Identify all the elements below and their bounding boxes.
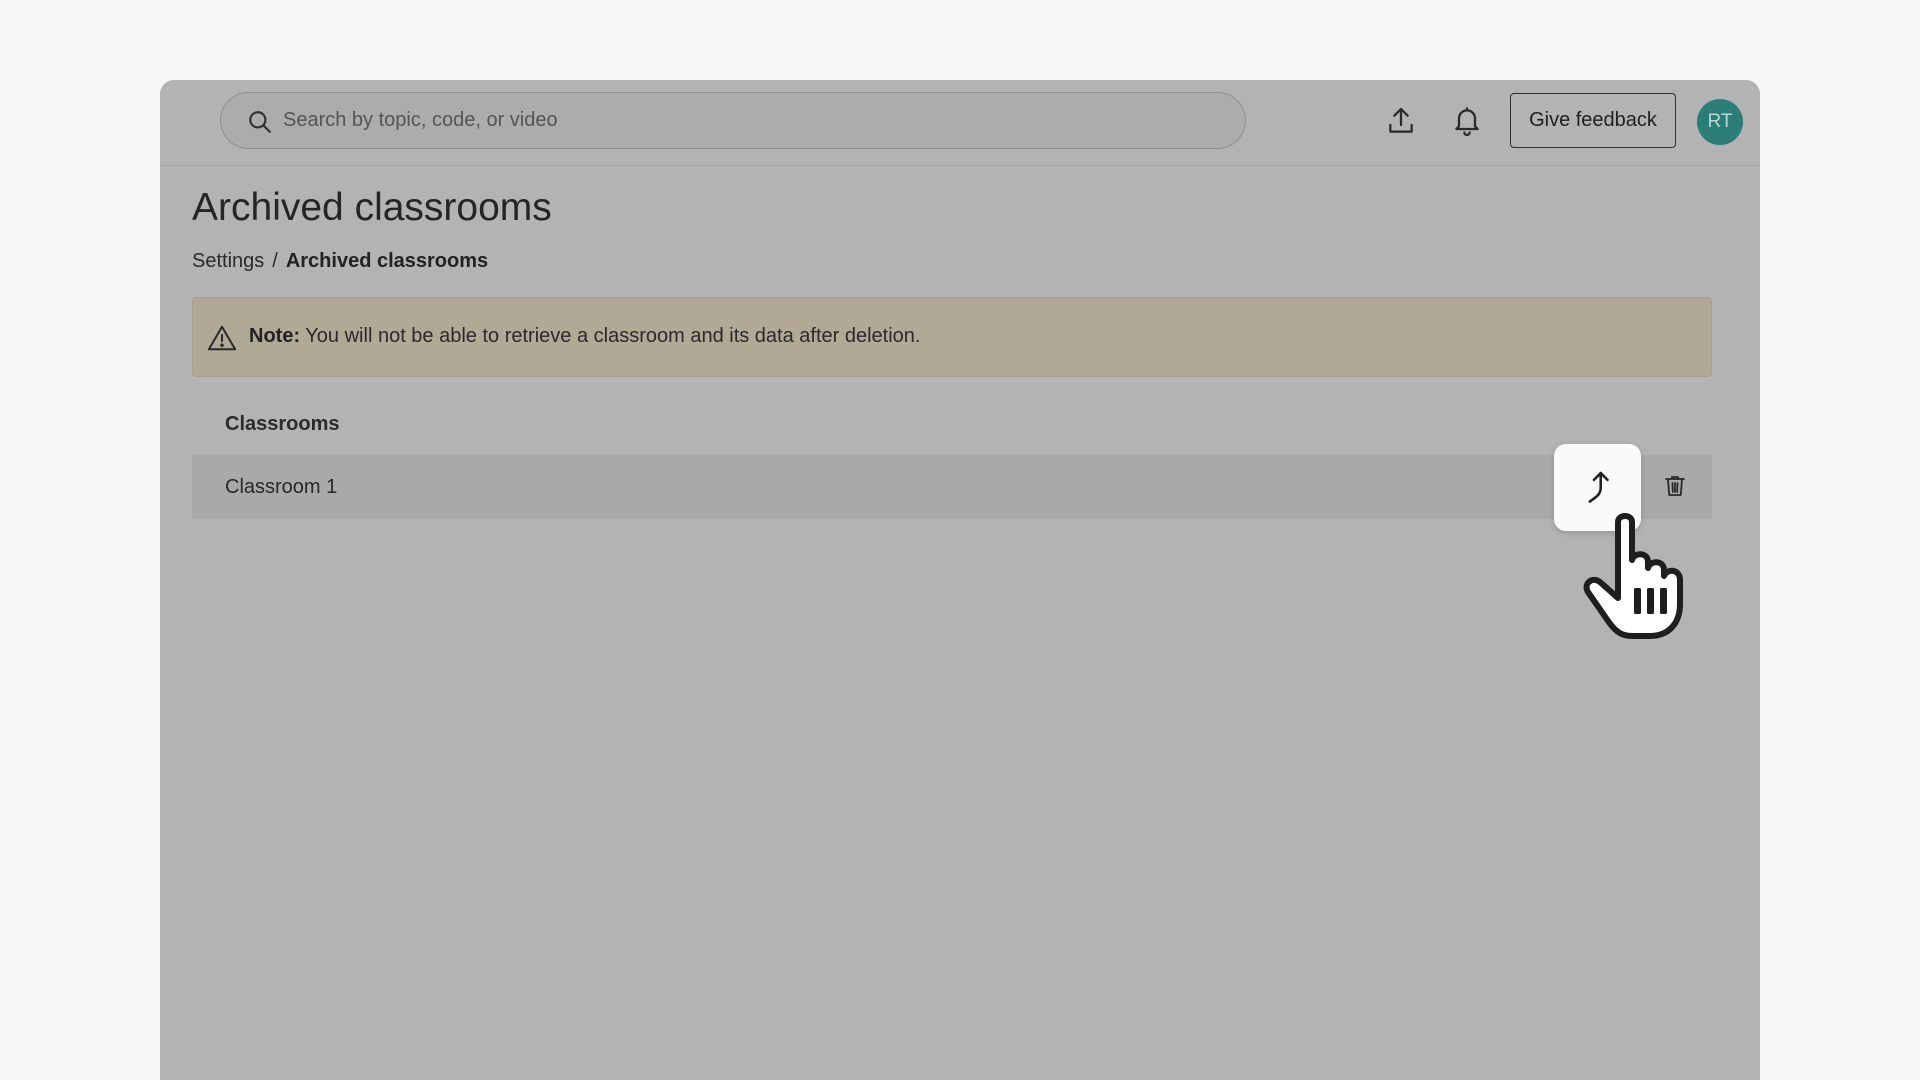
note-text: Note: You will not be able to retrieve a… xyxy=(249,325,920,348)
warning-icon xyxy=(207,325,237,351)
note-label: Note: xyxy=(249,325,301,347)
breadcrumb: Settings / Archived classrooms xyxy=(192,250,488,273)
upload-icon xyxy=(1389,107,1413,133)
deletion-warning-note: Note: You will not be able to retrieve a… xyxy=(192,297,1712,377)
notifications-button[interactable] xyxy=(1446,100,1488,142)
breadcrumb-settings-link[interactable]: Settings xyxy=(192,250,264,272)
delete-classroom-button[interactable] xyxy=(1662,473,1688,499)
unarchive-icon xyxy=(1588,471,1609,503)
hand-cursor-icon xyxy=(1583,513,1683,639)
page-title: Archived classrooms xyxy=(192,186,552,229)
upload-button[interactable] xyxy=(1380,100,1422,142)
note-message: You will not be able to retrieve a class… xyxy=(300,325,921,347)
app-window: Give feedback RT Archived classrooms Set… xyxy=(160,80,1760,1080)
search-icon xyxy=(249,111,271,133)
classrooms-column-header: Classrooms xyxy=(225,413,340,435)
bell-icon xyxy=(1455,107,1479,137)
classroom-name: Classroom 1 xyxy=(225,476,338,498)
give-feedback-button[interactable]: Give feedback xyxy=(1510,93,1676,148)
table-row[interactable]: Classroom 1 xyxy=(192,455,1712,519)
search-input[interactable] xyxy=(281,93,1221,148)
trash-icon xyxy=(1665,476,1685,496)
breadcrumb-separator: / xyxy=(272,250,278,272)
search-bar[interactable] xyxy=(220,92,1246,149)
top-bar: Give feedback RT xyxy=(160,80,1760,166)
avatar[interactable]: RT xyxy=(1697,99,1743,145)
breadcrumb-current: Archived classrooms xyxy=(285,250,489,272)
